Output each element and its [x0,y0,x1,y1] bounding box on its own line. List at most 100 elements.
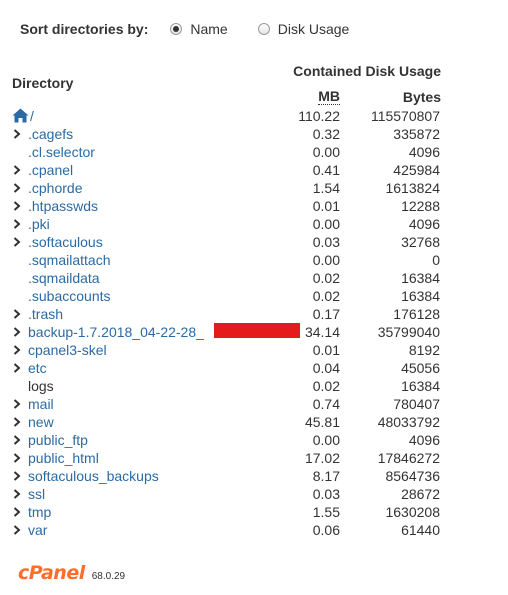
chevron-right-icon[interactable] [12,363,22,373]
chevron-right-icon[interactable] [12,489,22,499]
directory-name[interactable]: ssl [28,485,45,503]
sort-by-name-label[interactable]: Name [190,21,227,37]
directory-row: .softaculous 0.03 32768 [10,233,442,251]
chevron-right-icon[interactable] [12,345,22,355]
mb-value: 110.22 [298,108,340,124]
bytes-value: 16384 [401,270,440,286]
mb-value: 0.01 [312,198,340,214]
mb-value: 45.81 [304,414,340,430]
directory-header: Directory [12,75,74,91]
directory-row: .trash 0.17 176128 [10,305,442,323]
directory-name[interactable]: var [28,521,47,539]
chevron-right-icon[interactable] [12,453,22,463]
mb-value: 0.41 [312,162,340,178]
directory-name[interactable]: .htpasswds [28,197,98,215]
directory-row: softaculous_backups 8.17 8564736 [10,467,442,485]
chevron-right-icon[interactable] [12,183,22,193]
mb-value: 0.32 [312,126,340,142]
directory-list: /110.22 115570807 .cagefs 0.32 335872 .cl.sel… [10,107,442,539]
chevron-right-icon[interactable] [12,435,22,445]
cpanel-logo: cPanel [18,562,85,584]
bytes-value: 16384 [401,288,440,304]
directory-row: .pki 0.00 4096 [10,215,442,233]
directory-row: .sqmailattach 0.00 0 [10,251,442,269]
directory-row: var 0.06 61440 [10,521,442,539]
directory-name[interactable]: .sqmaildata [28,269,100,287]
directory-name[interactable]: .cl.selector [28,143,95,161]
bytes-value: 335872 [393,126,440,142]
bytes-value: 425984 [393,162,440,178]
mb-value: 0.01 [312,342,340,358]
chevron-right-icon[interactable] [12,399,22,409]
directory-name[interactable]: / [30,107,34,125]
bytes-header: Bytes [402,89,441,105]
directory-row: .cagefs 0.32 335872 [10,125,442,143]
chevron-right-icon[interactable] [12,237,22,247]
directory-row: .htpasswds 0.01 12288 [10,197,442,215]
directory-name[interactable]: .trash [28,305,63,323]
mb-value: 0.00 [312,216,340,232]
chevron-right-icon[interactable] [12,129,22,139]
chevron-right-icon[interactable] [12,417,22,427]
directory-name[interactable]: tmp [28,503,51,521]
footer: cPanel 68.0.29 [18,562,125,584]
bytes-value: 48033792 [377,414,440,430]
directory-row: .cl.selector 0.00 4096 [10,143,442,161]
mb-value: 17.02 [304,450,340,466]
chevron-right-icon[interactable] [12,327,22,337]
chevron-right-icon[interactable] [12,525,22,535]
directory-name: logs [28,378,54,394]
directory-name[interactable]: new [28,413,54,431]
directory-name[interactable]: softaculous_backups [28,467,159,485]
directory-name[interactable]: .cpanel [28,161,73,179]
directory-name[interactable]: public_html [28,449,99,467]
directory-name[interactable]: .subaccounts [28,287,111,305]
directory-row: logs 0.02 16384 [10,377,442,395]
home-icon[interactable] [12,108,29,123]
directory-name[interactable]: .sqmailattach [28,251,110,269]
mb-value: 0.02 [312,378,340,394]
chevron-right-icon[interactable] [12,201,22,211]
directory-row: public_ftp 0.00 4096 [10,431,442,449]
chevron-right-icon[interactable] [12,219,22,229]
directory-row: new 45.81 48033792 [10,413,442,431]
chevron-right-icon[interactable] [12,507,22,517]
directory-name[interactable]: mail [28,395,54,413]
mb-value: 0.02 [312,288,340,304]
sort-by-disk-usage-label[interactable]: Disk Usage [278,21,350,37]
directory-name[interactable]: .cagefs [28,125,73,143]
sort-bar: Sort directories by: Name Disk Usage [20,18,379,40]
bytes-value: 4096 [408,216,440,232]
bytes-value: 8564736 [385,468,440,484]
directory-name[interactable]: backup-1.7.2018_04-22-28_ [28,323,204,341]
directory-name[interactable]: etc [28,359,47,377]
directory-name[interactable]: cpanel3-skel [28,341,107,359]
bytes-value: 115570807 [370,108,440,124]
directory-name[interactable]: .cphorde [28,179,82,197]
directory-name[interactable]: .pki [28,215,50,233]
directory-row: public_html 17.02 17846272 [10,449,442,467]
mb-value: 0.03 [312,486,340,502]
sort-by-name-option[interactable]: Name [170,21,228,37]
sort-by-name-radio[interactable] [170,23,183,35]
directory-row: mail 0.74 780407 [10,395,442,413]
redaction-block [214,323,300,338]
sort-by-disk-usage-radio[interactable] [257,23,270,35]
bytes-value: 1630208 [385,504,440,520]
mb-header: MB [318,88,340,105]
chevron-right-icon[interactable] [12,309,22,319]
sort-by-disk-usage-option[interactable]: Disk Usage [257,21,350,37]
mb-value: 0.74 [312,396,340,412]
bytes-value: 0 [432,252,440,268]
bytes-value: 12288 [401,198,440,214]
chevron-right-icon[interactable] [12,165,22,175]
directory-row: tmp 1.55 1630208 [10,503,442,521]
mb-value: 0.00 [312,144,340,160]
chevron-right-icon[interactable] [12,471,22,481]
bytes-value: 16384 [401,378,440,394]
mb-value: 8.17 [312,468,340,484]
directory-name[interactable]: .softaculous [28,233,103,251]
bytes-value: 32768 [401,234,440,250]
directory-name[interactable]: public_ftp [28,431,88,449]
bytes-value: 4096 [408,144,440,160]
